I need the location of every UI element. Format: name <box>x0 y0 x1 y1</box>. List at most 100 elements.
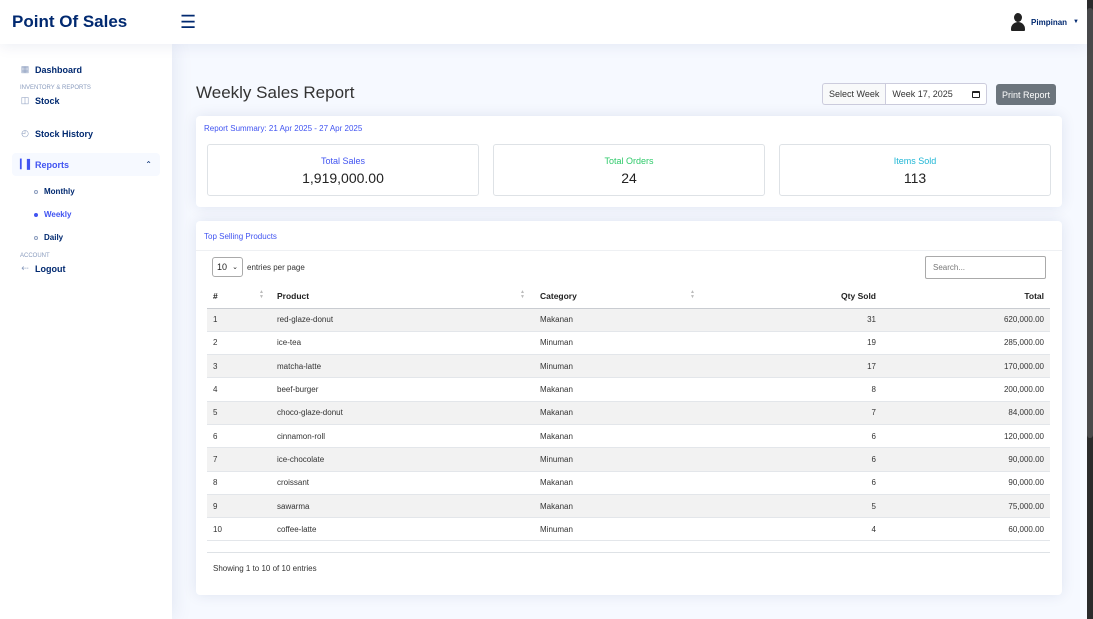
cell-category: Makanan <box>534 424 704 449</box>
sidebar-subitem-label: Weekly <box>44 210 72 219</box>
week-input[interactable]: Week 17, 2025 <box>885 83 988 105</box>
cell-qty: 6 <box>704 424 882 449</box>
week-selector: Select Week Week 17, 2025 <box>822 83 988 105</box>
search-input[interactable]: Search... <box>925 256 1046 279</box>
column-header-qty[interactable]: Qty Sold <box>704 284 882 309</box>
sidebar-item-label: Reports <box>35 159 70 170</box>
table-row: 8 croissant Makanan 6 90,000.00 <box>207 471 1050 495</box>
cell-product: ice-chocolate <box>271 447 534 472</box>
cell-num: 8 <box>207 471 271 495</box>
sidebar-item-stock-history[interactable]: ◴ Stock History <box>12 124 160 143</box>
print-report-button[interactable]: Print Report <box>996 84 1057 105</box>
week-value: Week 17, 2025 <box>892 89 953 99</box>
cell-product: ice-tea <box>271 331 534 356</box>
stat-value: 1,919,000.00 <box>302 170 384 186</box>
cell-category: Minuman <box>534 517 704 542</box>
cell-category: Makanan <box>534 401 704 425</box>
column-header-category[interactable]: Category ▲ ▼ <box>534 284 704 309</box>
stat-value: 24 <box>621 170 637 186</box>
stat-total-sales: Total Sales 1,919,000.00 <box>207 144 479 196</box>
cell-num: 1 <box>207 308 271 332</box>
sidebar-item-label: Stock <box>35 95 60 106</box>
calendar-icon[interactable] <box>972 90 981 98</box>
cell-product: red-glaze-donut <box>271 308 534 332</box>
cell-product: croissant <box>271 471 534 495</box>
cell-num: 3 <box>207 354 271 379</box>
chevron-down-icon: ⌄ <box>232 264 238 271</box>
grid-icon: ▦ <box>20 64 30 74</box>
cell-total: 620,000.00 <box>882 308 1050 332</box>
sidebar-subitem-monthly[interactable]: Monthly <box>12 182 160 201</box>
cell-qty: 31 <box>704 308 882 332</box>
cell-qty: 6 <box>704 471 882 495</box>
box-icon: ◫ <box>20 95 30 105</box>
top-products-card: Top Selling Products 10 ⌄ entries per pa… <box>196 221 1062 595</box>
cell-category: Minuman <box>534 331 704 356</box>
column-header-product[interactable]: Product ▲ ▼ <box>271 284 534 309</box>
column-header-num[interactable]: # ▲ ▼ <box>207 284 271 309</box>
cell-product: cinnamon-roll <box>271 424 534 449</box>
per-page-value: 10 <box>217 262 228 272</box>
cell-category: Minuman <box>534 354 704 379</box>
sidebar-item-label: Stock History <box>35 128 94 139</box>
sidebar-heading-account: ACCOUNT <box>20 253 50 259</box>
top-header: Point Of Sales ☰ Pimpinan ▼ <box>0 0 1087 44</box>
hamburger-icon[interactable]: ☰ <box>180 13 196 31</box>
table-row: 1 red-glaze-donut Makanan 31 620,000.00 <box>207 308 1050 332</box>
sidebar-item-label: Dashboard <box>35 64 83 75</box>
sidebar-subitem-daily[interactable]: Daily <box>12 228 160 247</box>
cell-product: choco-glaze-donut <box>271 401 534 425</box>
stat-label: Total Sales <box>320 156 366 166</box>
sidebar-item-reports[interactable]: ▎▌ Reports ⌃ <box>12 153 160 176</box>
stat-total-orders: Total Orders 24 <box>493 144 765 196</box>
sidebar: ▦ Dashboard INVENTORY & REPORTS ◫ Stock … <box>0 44 172 619</box>
stat-items-sold: Items Sold 113 <box>779 144 1051 196</box>
sidebar-item-stock[interactable]: ◫ Stock <box>12 93 160 110</box>
products-table: # ▲ ▼ Product ▲ ▼ Category ▲ ▼ Qty Sold Total … <box>207 284 1050 542</box>
cell-category: Makanan <box>534 377 704 402</box>
cell-total: 60,000.00 <box>882 517 1050 542</box>
cell-num: 2 <box>207 331 271 356</box>
cell-num: 4 <box>207 377 271 402</box>
column-header-total[interactable]: Total <box>882 284 1050 309</box>
cell-total: 90,000.00 <box>882 447 1050 472</box>
cell-qty: 4 <box>704 517 882 542</box>
page-title-row: Weekly Sales Report Select Week Week 17,… <box>196 83 1064 107</box>
cell-product: sawarma <box>271 494 534 519</box>
cell-total: 90,000.00 <box>882 471 1050 495</box>
report-summary-card: Report Summary: 21 Apr 2025 - 27 Apr 202… <box>196 116 1062 207</box>
cell-qty: 17 <box>704 354 882 379</box>
page-title: Weekly Sales Report <box>196 83 355 102</box>
cell-product: coffee-latte <box>271 517 534 542</box>
circle-icon <box>34 235 38 240</box>
table-header-row: # ▲ ▼ Product ▲ ▼ Category ▲ ▼ Qty Sold Total <box>207 284 1050 309</box>
cell-num: 7 <box>207 447 271 472</box>
table-row: 2 ice-tea Minuman 19 285,000.00 <box>207 331 1050 356</box>
chevron-up-icon: ⌃ <box>145 160 152 169</box>
table-row: 7 ice-chocolate Minuman 6 90,000.00 <box>207 447 1050 472</box>
cell-qty: 8 <box>704 377 882 402</box>
scrollbar[interactable] <box>1087 0 1093 619</box>
cell-category: Minuman <box>534 447 704 472</box>
circle-icon <box>34 212 38 217</box>
logout-icon: ⇠ <box>21 263 29 273</box>
profile-name: Pimpinan <box>1031 17 1068 27</box>
cell-num: 10 <box>207 517 271 542</box>
cell-num: 9 <box>207 494 271 519</box>
per-page-select[interactable]: 10 ⌄ <box>212 257 243 277</box>
app-logo[interactable]: Point Of Sales <box>0 12 172 32</box>
cell-total: 75,000.00 <box>882 494 1050 519</box>
circle-icon <box>34 189 38 194</box>
sidebar-item-logout[interactable]: ⇠ Logout <box>12 261 160 278</box>
table-row: 6 cinnamon-roll Makanan 6 120,000.00 <box>207 424 1050 449</box>
cell-total: 285,000.00 <box>882 331 1050 356</box>
sidebar-subitem-weekly[interactable]: Weekly <box>12 205 160 224</box>
profile-dropdown[interactable]: Pimpinan ▼ <box>1011 13 1079 31</box>
scrollbar-thumb[interactable] <box>1087 8 1093 438</box>
sidebar-item-dashboard[interactable]: ▦ Dashboard <box>12 60 160 79</box>
caret-down-icon: ▼ <box>1073 19 1079 25</box>
user-icon <box>1011 13 1026 31</box>
bar-chart-icon: ▎▌ <box>20 159 34 169</box>
table-row: 5 choco-glaze-donut Makanan 7 84,000.00 <box>207 401 1050 425</box>
table-footer-divider <box>207 552 1050 553</box>
